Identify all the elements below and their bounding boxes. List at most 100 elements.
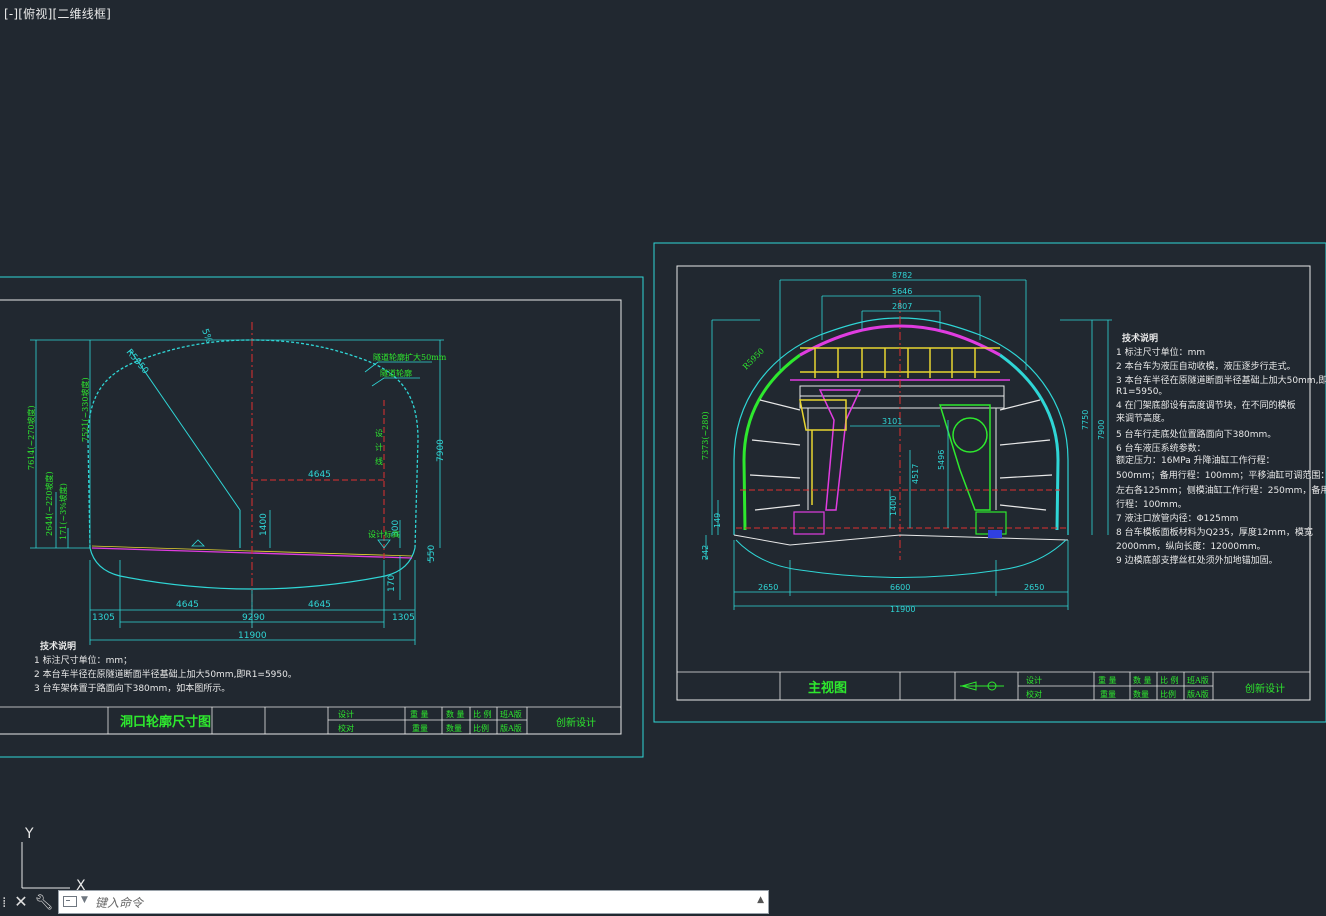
right-tb-quantity2: 数量	[1133, 689, 1149, 699]
right-dim-7373: 7373(~280)	[701, 411, 710, 460]
left-notes-item-3: 3 台车架体置于路面向下380mm，如本图所示。	[34, 682, 230, 694]
left-label-design-v1: 设	[375, 428, 383, 438]
right-notes-item-10: 500mm；备用行程：100mm；平移油缸可调范围：	[1116, 469, 1326, 481]
left-label-design-v2: 计	[375, 442, 383, 452]
left-label-expand: 隧道轮廓扩大50mm	[373, 352, 447, 362]
left-label-design-v3: 线	[375, 456, 383, 466]
left-tb-sheet2: 版A版	[500, 723, 522, 733]
ucs-y-label: Y	[24, 826, 34, 842]
left-tb-company: 创新设计	[556, 716, 596, 729]
right-dim-2650-r: 2650	[1024, 583, 1044, 592]
left-dim-11900: 11900	[238, 631, 267, 641]
right-sheet: 8782 5646 2807 3101 4517 5496 1400 7750 …	[653, 242, 1326, 723]
right-dim-242: 242	[701, 545, 710, 560]
right-tb-sheet: 班A版	[1187, 675, 1209, 685]
right-dim-2650-l: 2650	[758, 583, 778, 592]
right-tb-quantity: 数 量	[1133, 675, 1152, 685]
right-notes-item-4: R1=5950。	[1116, 387, 1167, 397]
left-dim-171: 171(~3%坡度)	[58, 483, 68, 540]
right-dim-1400: 1400	[889, 496, 898, 516]
left-dim-4645-mid: 4645	[308, 470, 331, 480]
recent-commands-dropdown-icon[interactable]: ▼	[81, 895, 88, 905]
right-dim-7900: 7900	[1097, 420, 1106, 440]
right-notes-item-6: 来调节高度。	[1116, 412, 1170, 424]
left-dim-radius: R5950	[124, 348, 151, 377]
left-tb-quantity: 数 量	[446, 709, 465, 719]
right-dim-3101: 3101	[882, 417, 902, 426]
left-label-design-elev: 设计标高	[368, 529, 400, 539]
command-input-box[interactable]: ▼ ▲	[58, 890, 769, 914]
right-notes-item-9: 额定压力：16MPa 升降油缸工作行程：	[1116, 454, 1275, 466]
left-tb-sheet: 班A版	[500, 709, 522, 719]
right-notes-item-16: 9 边模底部支撑丝杠处须外加地锚加固。	[1116, 554, 1278, 566]
right-notes-item-11: 左右各125mm；侧模油缸工作行程：250mm，备用	[1116, 484, 1326, 496]
right-dim-11900: 11900	[890, 605, 915, 614]
close-icon[interactable]: ✕	[13, 892, 29, 912]
right-notes-item-5: 4 在门架底部设有高度调节块，在不同的模板	[1116, 399, 1296, 411]
right-base	[733, 534, 1069, 546]
left-drawing-name: 洞口轮廓尺寸图	[120, 714, 211, 730]
right-notes-item-13: 7 液注口放管内径：Φ125mm	[1116, 512, 1238, 524]
left-sheet-frame	[0, 299, 622, 735]
left-tb-scale: 比 例	[473, 709, 492, 719]
left-tb-weight: 重 量	[410, 709, 429, 719]
right-notes-item-15: 2000mm，纵向长度：12000mm。	[1116, 540, 1266, 552]
left-tb-scale2: 比例	[473, 723, 489, 733]
right-invert	[735, 539, 1067, 578]
left-dim-7614: 7614(~270坡度)	[26, 405, 36, 470]
right-left-leg-2	[799, 399, 847, 505]
left-dim-4645-r: 4645	[308, 600, 331, 610]
right-tunnel-outline	[733, 317, 1069, 535]
right-dim-radius: R5950	[741, 346, 766, 371]
left-notes-title: 技术说明	[40, 640, 76, 652]
right-dim-5496: 5496	[937, 450, 946, 470]
wrench-icon[interactable]: 🔧︎	[34, 892, 54, 912]
right-dim-2807: 2807	[892, 302, 912, 311]
left-dim-1305-l: 1305	[92, 613, 115, 623]
left-vdims	[30, 339, 444, 645]
drawing-canvas[interactable]: 5% R5950 4645 1400 7900 300 550 170 1305…	[0, 0, 1326, 916]
left-label-outline: 隧道轮廓	[380, 368, 412, 378]
left-tb-weight2: 重量	[412, 723, 428, 733]
left-notes-item-2: 2 本台车半径在原隧道断面半径基础上加大50mm,即R1=5950。	[34, 668, 297, 680]
right-drawing-name: 主视图	[808, 680, 847, 696]
right-tb-scale2: 比例	[1160, 689, 1176, 699]
right-dims	[705, 279, 1112, 610]
left-dim-9290: 9290	[242, 613, 265, 623]
left-tb-design: 设计	[338, 709, 354, 719]
right-base-block-r2	[988, 530, 1002, 538]
right-notes-item-8: 6 台车液压系统参数：	[1116, 442, 1206, 454]
right-tb-sheet2: 版A版	[1187, 689, 1209, 699]
right-dim-149: 149	[713, 513, 722, 528]
right-notes-item-7: 5 台车行走底处位置路面向下380mm。	[1116, 428, 1276, 440]
right-dim-8782: 8782	[892, 271, 912, 280]
ucs-icon	[21, 842, 70, 889]
left-dim-1305-r: 1305	[392, 613, 415, 623]
left-dim-550: 550	[427, 545, 437, 562]
left-tb-check: 校对	[338, 723, 354, 733]
left-dim-7521: 7521(~330坡度)	[80, 377, 90, 442]
left-dim-2644: 2644(~220坡度)	[44, 471, 54, 536]
right-base-block-l	[793, 511, 825, 535]
left-dim-7900: 7900	[436, 439, 446, 462]
right-tb-company: 创新设计	[1245, 682, 1285, 695]
left-radius-line	[129, 349, 241, 511]
command-input[interactable]	[93, 892, 747, 914]
command-line-bar: ⁞ ✕ 🔧︎ ▼ ▲	[0, 888, 770, 916]
right-tb-weight: 重 量	[1098, 675, 1117, 685]
projection-symbol-icon	[960, 681, 1004, 691]
command-history-up-icon[interactable]: ▲	[757, 895, 764, 905]
right-notes-item-1: 1 标注尺寸单位：mm	[1116, 346, 1205, 358]
right-notes-item-2: 2 本台车为液压自动收模，液压逐步行走式。	[1116, 360, 1296, 372]
left-dim-4645-l: 4645	[176, 600, 199, 610]
right-tb-check: 校对	[1026, 689, 1042, 699]
left-notes-item-1: 1 标注尺寸单位：mm；	[34, 654, 132, 666]
left-title-block	[0, 706, 621, 734]
left-tb-quantity2: 数量	[446, 723, 462, 733]
command-line-grip-icon[interactable]: ⁞	[2, 894, 10, 912]
right-tb-weight2: 重量	[1100, 689, 1116, 699]
right-tb-scale: 比 例	[1160, 675, 1179, 685]
left-dim-1400: 1400	[259, 513, 269, 536]
right-notes-item-12: 行程：100mm。	[1116, 498, 1187, 510]
left-tunnel-outline	[87, 339, 419, 549]
